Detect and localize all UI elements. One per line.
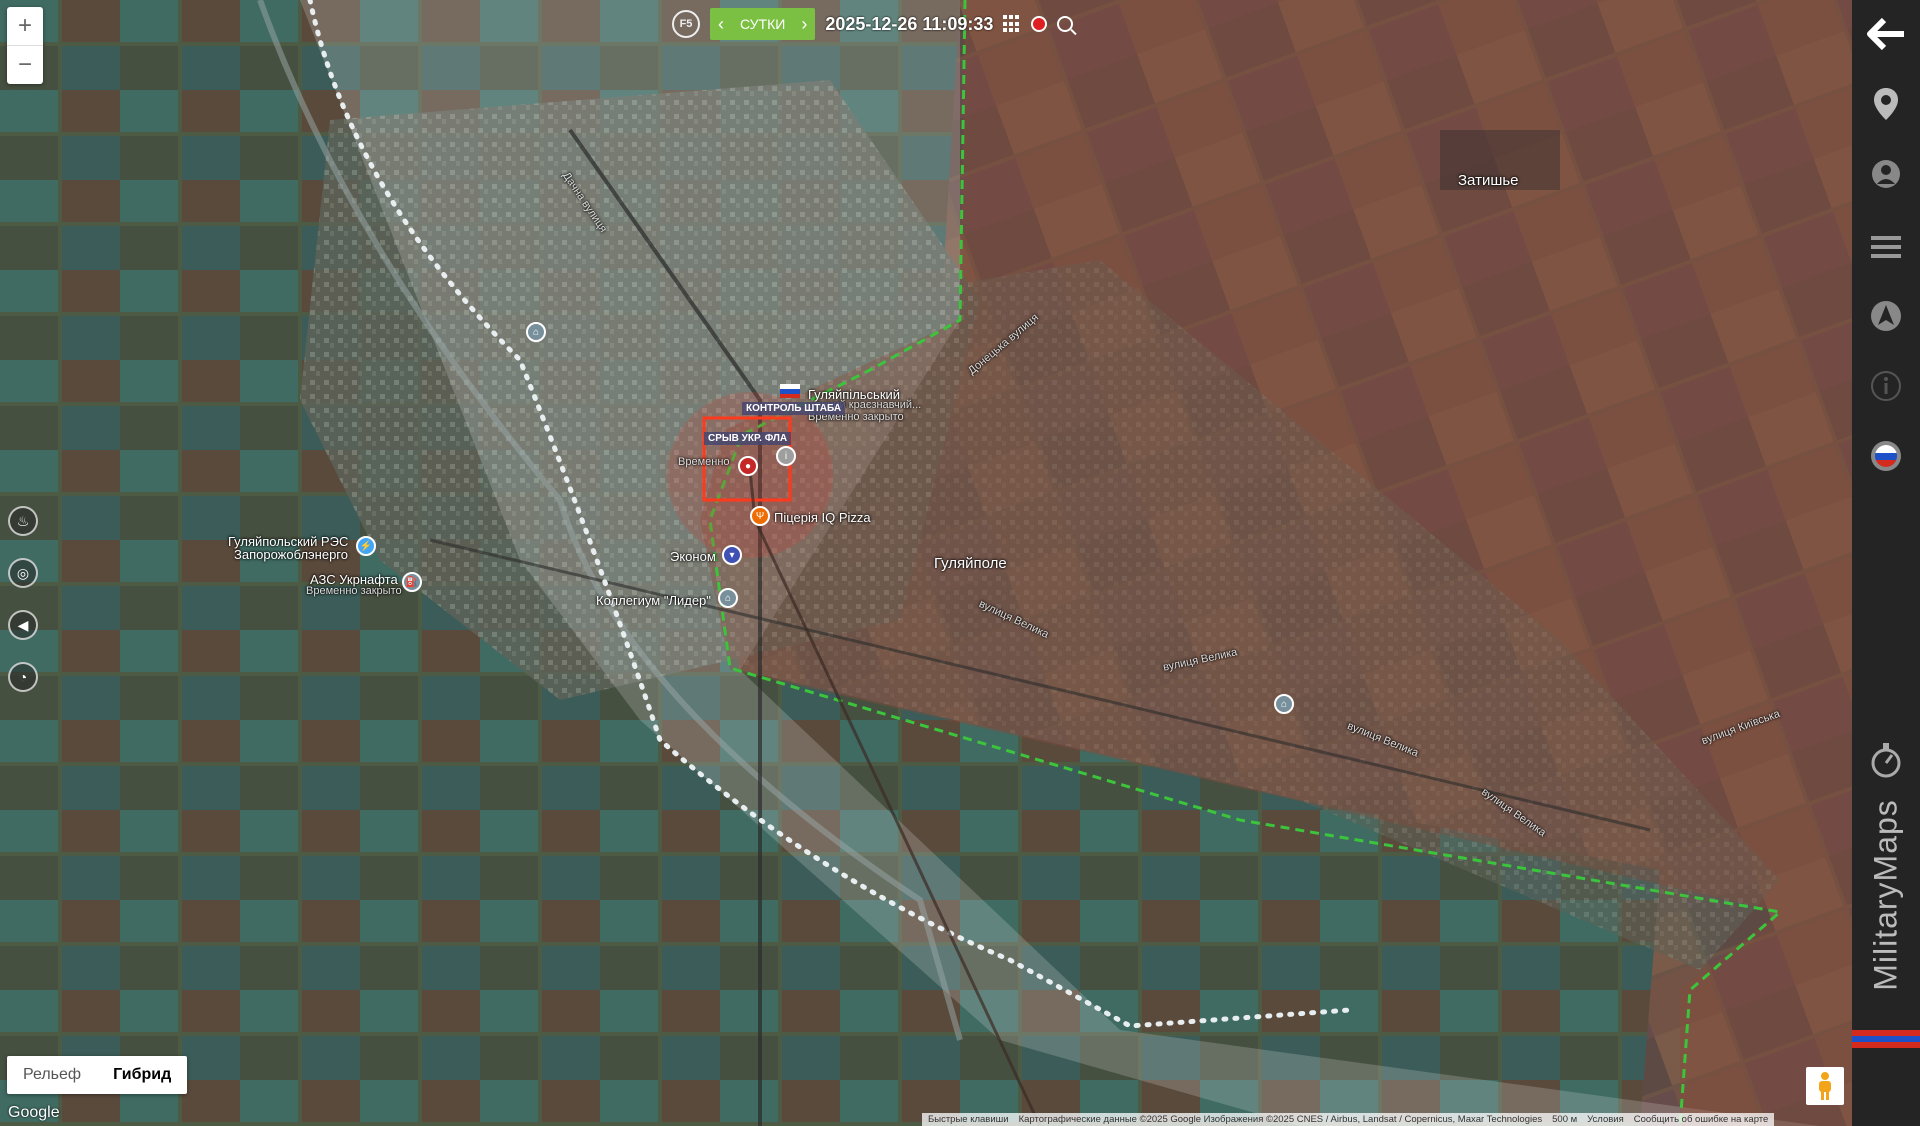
label-college: Коллегиум "Лидер" — [596, 593, 711, 608]
pizzeria-pin-icon[interactable]: Ψ — [750, 506, 770, 526]
navigate-button[interactable] — [1852, 298, 1920, 334]
info-button[interactable] — [1852, 368, 1920, 404]
right-sidebar: MilitaryMaps — [1852, 0, 1920, 1126]
report-error-link[interactable]: Сообщить об ошибке на карте — [1634, 1114, 1769, 1125]
label-zaporozhoblenergo: Запорожоблэнерго — [234, 547, 348, 562]
compass-icon — [1871, 743, 1901, 778]
school-pin-icon[interactable]: ⌂ — [718, 588, 738, 608]
school-pin-icon-3[interactable]: ⌂ — [1274, 694, 1294, 714]
map-type-switch: Рельеф Гибрид — [7, 1056, 188, 1094]
language-button[interactable] — [1852, 438, 1920, 474]
arrow-left-icon — [1867, 17, 1904, 51]
map-canvas[interactable]: Затишье Гуляйполе Гуляйпільський ...онни… — [0, 0, 1852, 1126]
label-azs-closed: Временно закрыто — [306, 585, 402, 597]
russia-flag-icon — [1871, 441, 1901, 471]
brand-logo: MilitaryMaps — [1867, 799, 1904, 991]
hq-marker-icon[interactable]: ● — [738, 456, 758, 476]
info-icon — [1871, 371, 1901, 401]
top-toolbar: F5 ‹ СУТКИ › 2025-12-26 11:09:33 — [672, 8, 1074, 40]
gauge-icon[interactable]: ◔ — [8, 662, 38, 692]
menu-icon — [1871, 236, 1901, 258]
period-prev-button[interactable]: ‹ — [710, 14, 732, 35]
school-pin-icon-2[interactable]: ⌂ — [526, 322, 546, 342]
zoom-out-button[interactable]: − — [7, 45, 43, 84]
scale-label[interactable]: 500 м — [1552, 1114, 1577, 1125]
location-button[interactable] — [1852, 86, 1920, 122]
zoom-in-button[interactable]: + — [7, 7, 43, 45]
terms-link[interactable]: Условия — [1587, 1114, 1624, 1125]
satellite-imagery — [0, 0, 1852, 1126]
menu-button[interactable] — [1852, 230, 1920, 264]
zoom-control: + − — [7, 7, 43, 84]
record-icon[interactable] — [1031, 16, 1048, 32]
label-huliaipole: Гуляйполе — [934, 555, 1007, 572]
map-data-credits: Картографические данные ©2025 Google Изо… — [1018, 1114, 1543, 1125]
period-label[interactable]: СУТКИ — [732, 16, 793, 32]
google-logo: Google — [8, 1104, 60, 1121]
hq-control-tag[interactable]: КОНТРОЛЬ ШТАБА — [742, 402, 846, 415]
russia-flag-marker-icon[interactable] — [780, 384, 800, 398]
energy-pin-icon[interactable]: ⚡ — [356, 536, 376, 556]
map-type-hybrid-button[interactable]: Гибрид — [97, 1056, 187, 1094]
back-button[interactable] — [1852, 12, 1920, 56]
flag-stripe — [1852, 1030, 1920, 1048]
grid-icon[interactable] — [1003, 15, 1021, 33]
left-toolbar: ♨ ◎ ◀ ◔ — [6, 506, 40, 714]
label-pizzeria: Піцерія IQ Pizza — [774, 510, 871, 525]
current-datetime[interactable]: 2025-12-26 11:09:33 — [825, 14, 993, 35]
speaker-icon[interactable]: ◀ — [8, 610, 38, 640]
target-icon[interactable]: ◎ — [8, 558, 38, 588]
keyboard-shortcuts-link[interactable]: Быстрые клавиши — [928, 1114, 1009, 1125]
refresh-f5-button[interactable]: F5 — [672, 10, 700, 38]
user-button[interactable] — [1852, 157, 1920, 191]
street-view-button[interactable] — [1806, 1067, 1844, 1105]
user-icon — [1872, 160, 1900, 188]
label-closed-short: Временно — [678, 456, 730, 468]
navigate-icon — [1871, 301, 1901, 331]
period-next-button[interactable]: › — [793, 14, 815, 35]
search-icon[interactable] — [1057, 16, 1074, 32]
fire-icon[interactable]: ♨ — [8, 506, 38, 536]
period-selector: ‹ СУТКИ › — [710, 8, 816, 40]
map-type-relief-button[interactable]: Рельеф — [7, 1056, 97, 1094]
museum-pin-icon[interactable]: i — [776, 446, 796, 466]
pegman-icon — [1819, 1072, 1831, 1100]
location-pin-icon — [1874, 88, 1898, 120]
compass-button[interactable] — [1852, 740, 1920, 780]
attribution-bar: Быстрые клавиши Картографические данные … — [922, 1113, 1775, 1126]
label-zatyshshe: Затишье — [1458, 172, 1519, 189]
hq-breakdown-tag[interactable]: СРЫВ УКР. ФЛА — [704, 432, 792, 445]
fuel-pin-icon[interactable]: ⛽ — [402, 572, 422, 592]
shop-pin-icon[interactable]: ▾ — [722, 545, 742, 565]
label-econom: Эконом — [670, 549, 716, 564]
